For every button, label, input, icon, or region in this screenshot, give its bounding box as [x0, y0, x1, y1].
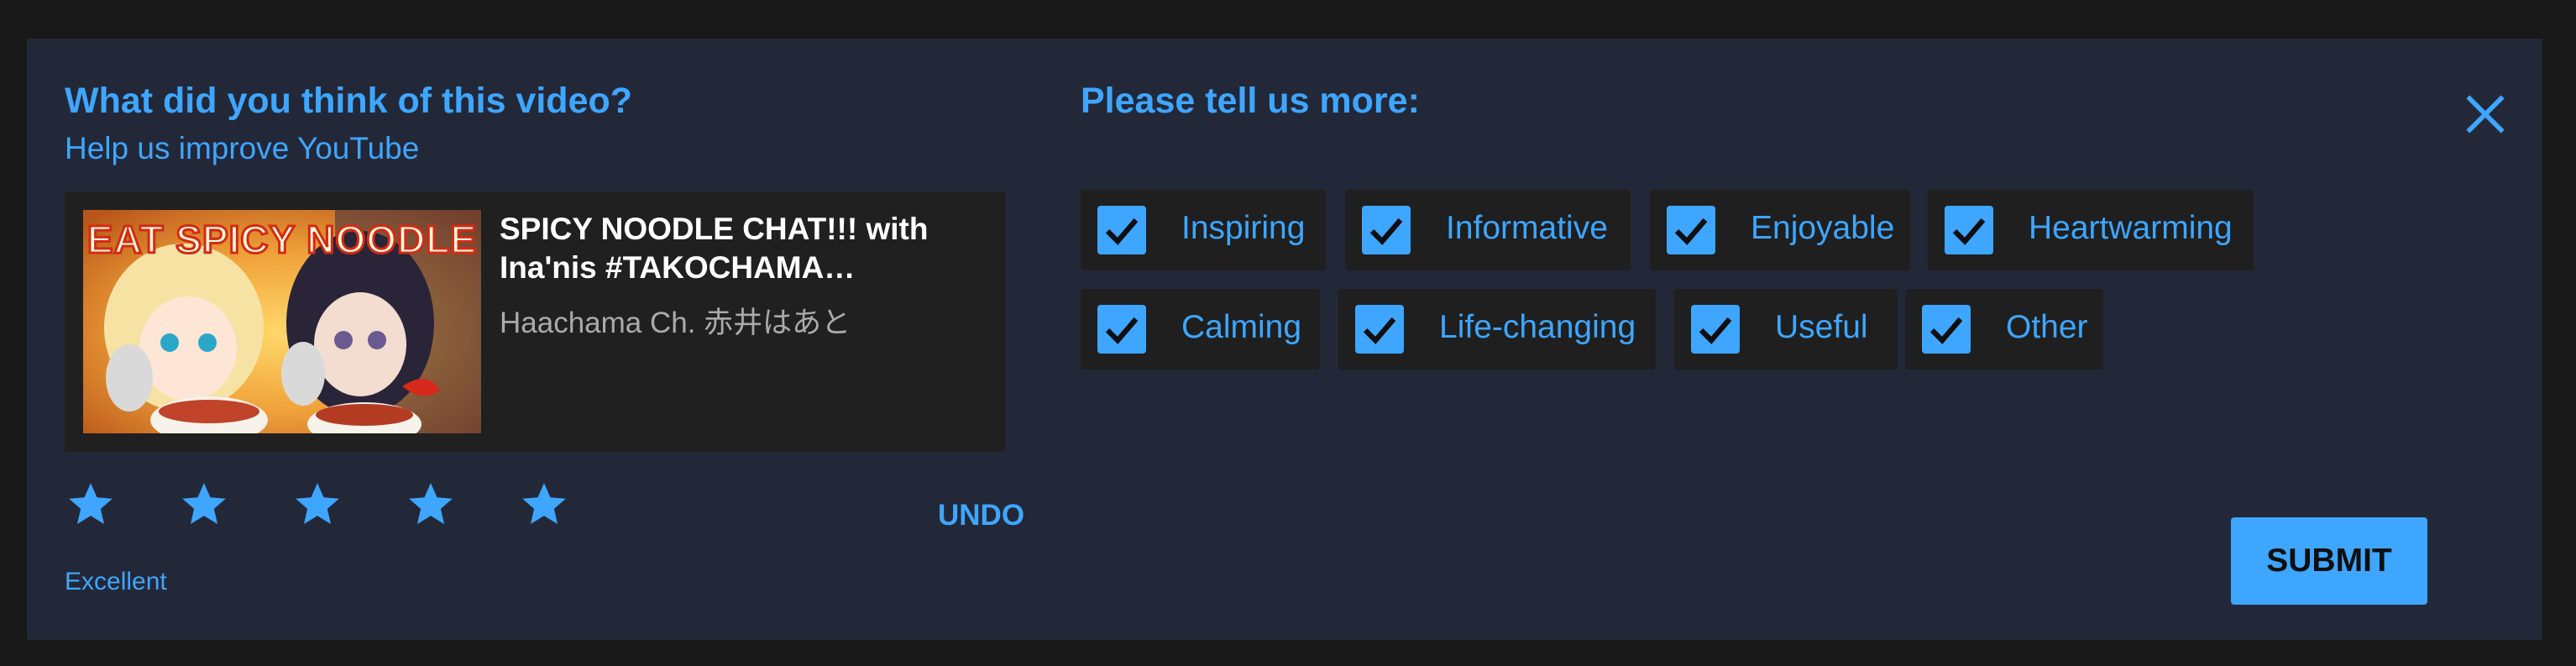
option-label: Calming: [1181, 309, 1302, 345]
option-inspiring[interactable]: Inspiring: [1081, 190, 1326, 270]
undo-button[interactable]: UNDO: [938, 499, 1024, 532]
rating-section: What did you think of this video? Help u…: [65, 39, 1030, 640]
option-label: Other: [2006, 309, 2088, 345]
star-icon[interactable]: [518, 479, 570, 531]
checkbox-checked-icon[interactable]: [1922, 305, 1971, 354]
checkbox-checked-icon[interactable]: [1355, 305, 1404, 354]
video-title: SPICY NOODLE CHAT!!! with Ina'nis #TAKOC…: [500, 212, 929, 285]
video-channel: Haachama Ch. 赤井はあと: [500, 307, 851, 339]
question-title: What did you think of this video?: [65, 81, 633, 121]
thumbnail-caption: EAT SPICY NOODLE: [86, 217, 478, 263]
submit-button[interactable]: SUBMIT: [2231, 517, 2427, 605]
checkbox-checked-icon[interactable]: [1667, 206, 1715, 254]
option-label: Heartwarming: [2029, 210, 2233, 246]
star-icon[interactable]: [178, 479, 230, 531]
option-life-changing[interactable]: Life-changing: [1338, 289, 1656, 370]
option-heartwarming[interactable]: Heartwarming: [1928, 190, 2254, 270]
option-other[interactable]: Other: [1905, 289, 2103, 370]
video-card: EAT SPICY NOODLE SPICY NOODLE CHAT!!! wi…: [65, 191, 1005, 452]
star-icon[interactable]: [405, 479, 457, 531]
option-label: Useful: [1775, 309, 1868, 345]
option-label: Inspiring: [1181, 210, 1306, 246]
star-icon[interactable]: [65, 479, 117, 531]
tell-more-title: Please tell us more:: [1081, 81, 1420, 121]
checkbox-checked-icon[interactable]: [1691, 305, 1740, 354]
option-label: Enjoyable: [1751, 210, 1895, 246]
checkbox-checked-icon[interactable]: [1945, 206, 1993, 254]
checkbox-checked-icon[interactable]: [1097, 206, 1146, 254]
feedback-dialog: What did you think of this video? Help u…: [27, 39, 2542, 640]
video-thumbnail: EAT SPICY NOODLE: [83, 210, 481, 433]
option-label: Informative: [1446, 210, 1608, 246]
star-icon[interactable]: [291, 479, 343, 531]
checkbox-checked-icon[interactable]: [1362, 206, 1411, 254]
question-subtitle: Help us improve YouTube: [65, 131, 420, 165]
option-enjoyable[interactable]: Enjoyable: [1650, 190, 1910, 270]
option-useful[interactable]: Useful: [1674, 289, 1898, 370]
option-label: Life-changing: [1439, 309, 1636, 345]
option-informative[interactable]: Informative: [1345, 190, 1631, 270]
checkbox-checked-icon[interactable]: [1097, 305, 1146, 354]
rating-label: Excellent: [65, 568, 167, 595]
option-calming[interactable]: Calming: [1081, 289, 1320, 370]
close-icon[interactable]: [2462, 91, 2509, 138]
